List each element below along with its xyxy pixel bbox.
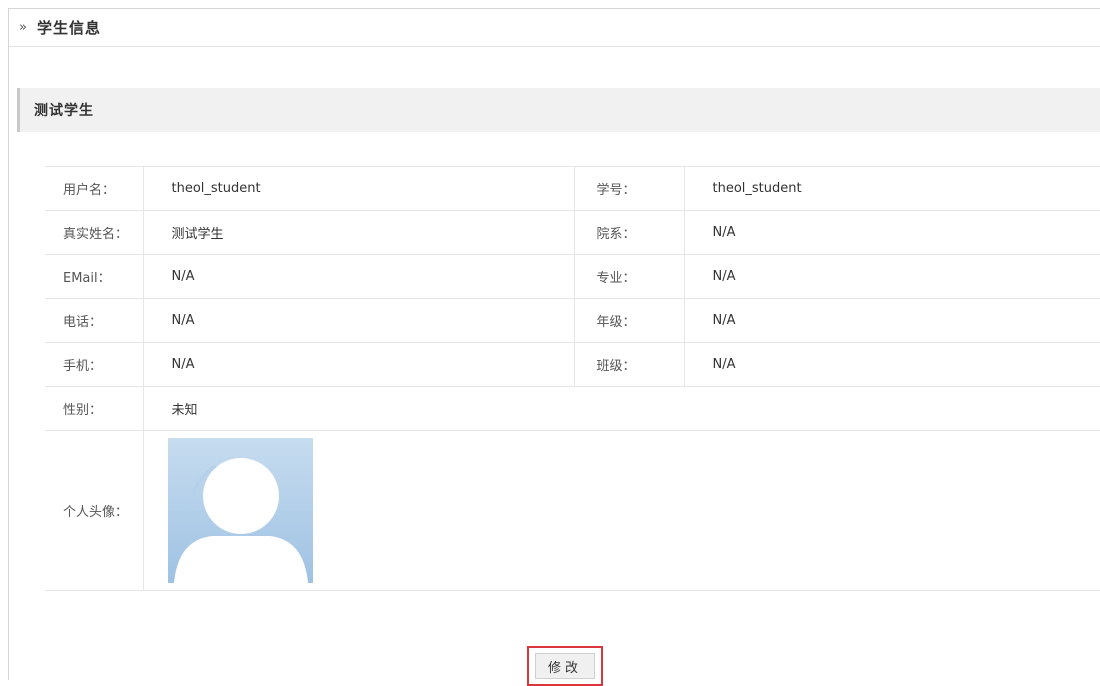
email-label: EMail： <box>45 254 144 299</box>
username-value: theol_student <box>143 166 575 211</box>
grade-label: 年级： <box>574 298 685 343</box>
phone-label: 电话： <box>45 298 144 343</box>
table-row: 个人头像： <box>45 430 1100 591</box>
gender-value: 未知 <box>143 386 1100 431</box>
mobile-label: 手机： <box>45 342 144 387</box>
table-row: 性别： 未知 <box>45 386 1100 431</box>
main-frame: » 学生信息 测试学生 用户名： theol_student 学号： theol… <box>8 8 1100 686</box>
user-silhouette-icon <box>167 438 313 583</box>
edit-button[interactable]: 修改 <box>527 646 603 686</box>
mobile-value: N/A <box>143 342 575 387</box>
table-row: 电话： N/A 年级： N/A <box>45 298 1100 343</box>
student-info-table: 用户名： theol_student 学号： theol_student 真实姓… <box>45 166 1100 591</box>
major-label: 专业： <box>574 254 685 299</box>
student-id-label: 学号： <box>574 166 685 211</box>
avatar-label: 个人头像： <box>45 430 144 591</box>
major-value: N/A <box>684 254 1100 299</box>
table-row: EMail： N/A 专业： N/A <box>45 254 1100 299</box>
real-name-label: 真实姓名： <box>45 210 144 255</box>
department-label: 院系： <box>574 210 685 255</box>
email-value: N/A <box>143 254 575 299</box>
class-value: N/A <box>684 342 1100 387</box>
page-title: 学生信息 <box>37 19 102 37</box>
gender-label: 性别： <box>45 386 144 431</box>
class-label: 班级： <box>574 342 685 387</box>
real-name-value: 测试学生 <box>143 210 575 255</box>
table-row: 手机： N/A 班级： N/A <box>45 342 1100 387</box>
phone-value: N/A <box>143 298 575 343</box>
student-id-value: theol_student <box>684 166 1100 211</box>
table-row: 用户名： theol_student 学号： theol_student <box>45 166 1100 211</box>
table-row: 真实姓名： 测试学生 院系： N/A <box>45 210 1100 255</box>
double-chevron-right-icon: » <box>19 20 27 35</box>
edit-button-label[interactable]: 修改 <box>535 653 595 679</box>
section-header: 测试学生 <box>17 88 1100 132</box>
avatar <box>167 438 313 583</box>
section-title: 测试学生 <box>34 103 94 119</box>
avatar-cell <box>143 430 1100 591</box>
breadcrumb: » 学生信息 <box>9 9 1100 47</box>
grade-value: N/A <box>684 298 1100 343</box>
username-label: 用户名： <box>45 166 144 211</box>
department-value: N/A <box>684 210 1100 255</box>
